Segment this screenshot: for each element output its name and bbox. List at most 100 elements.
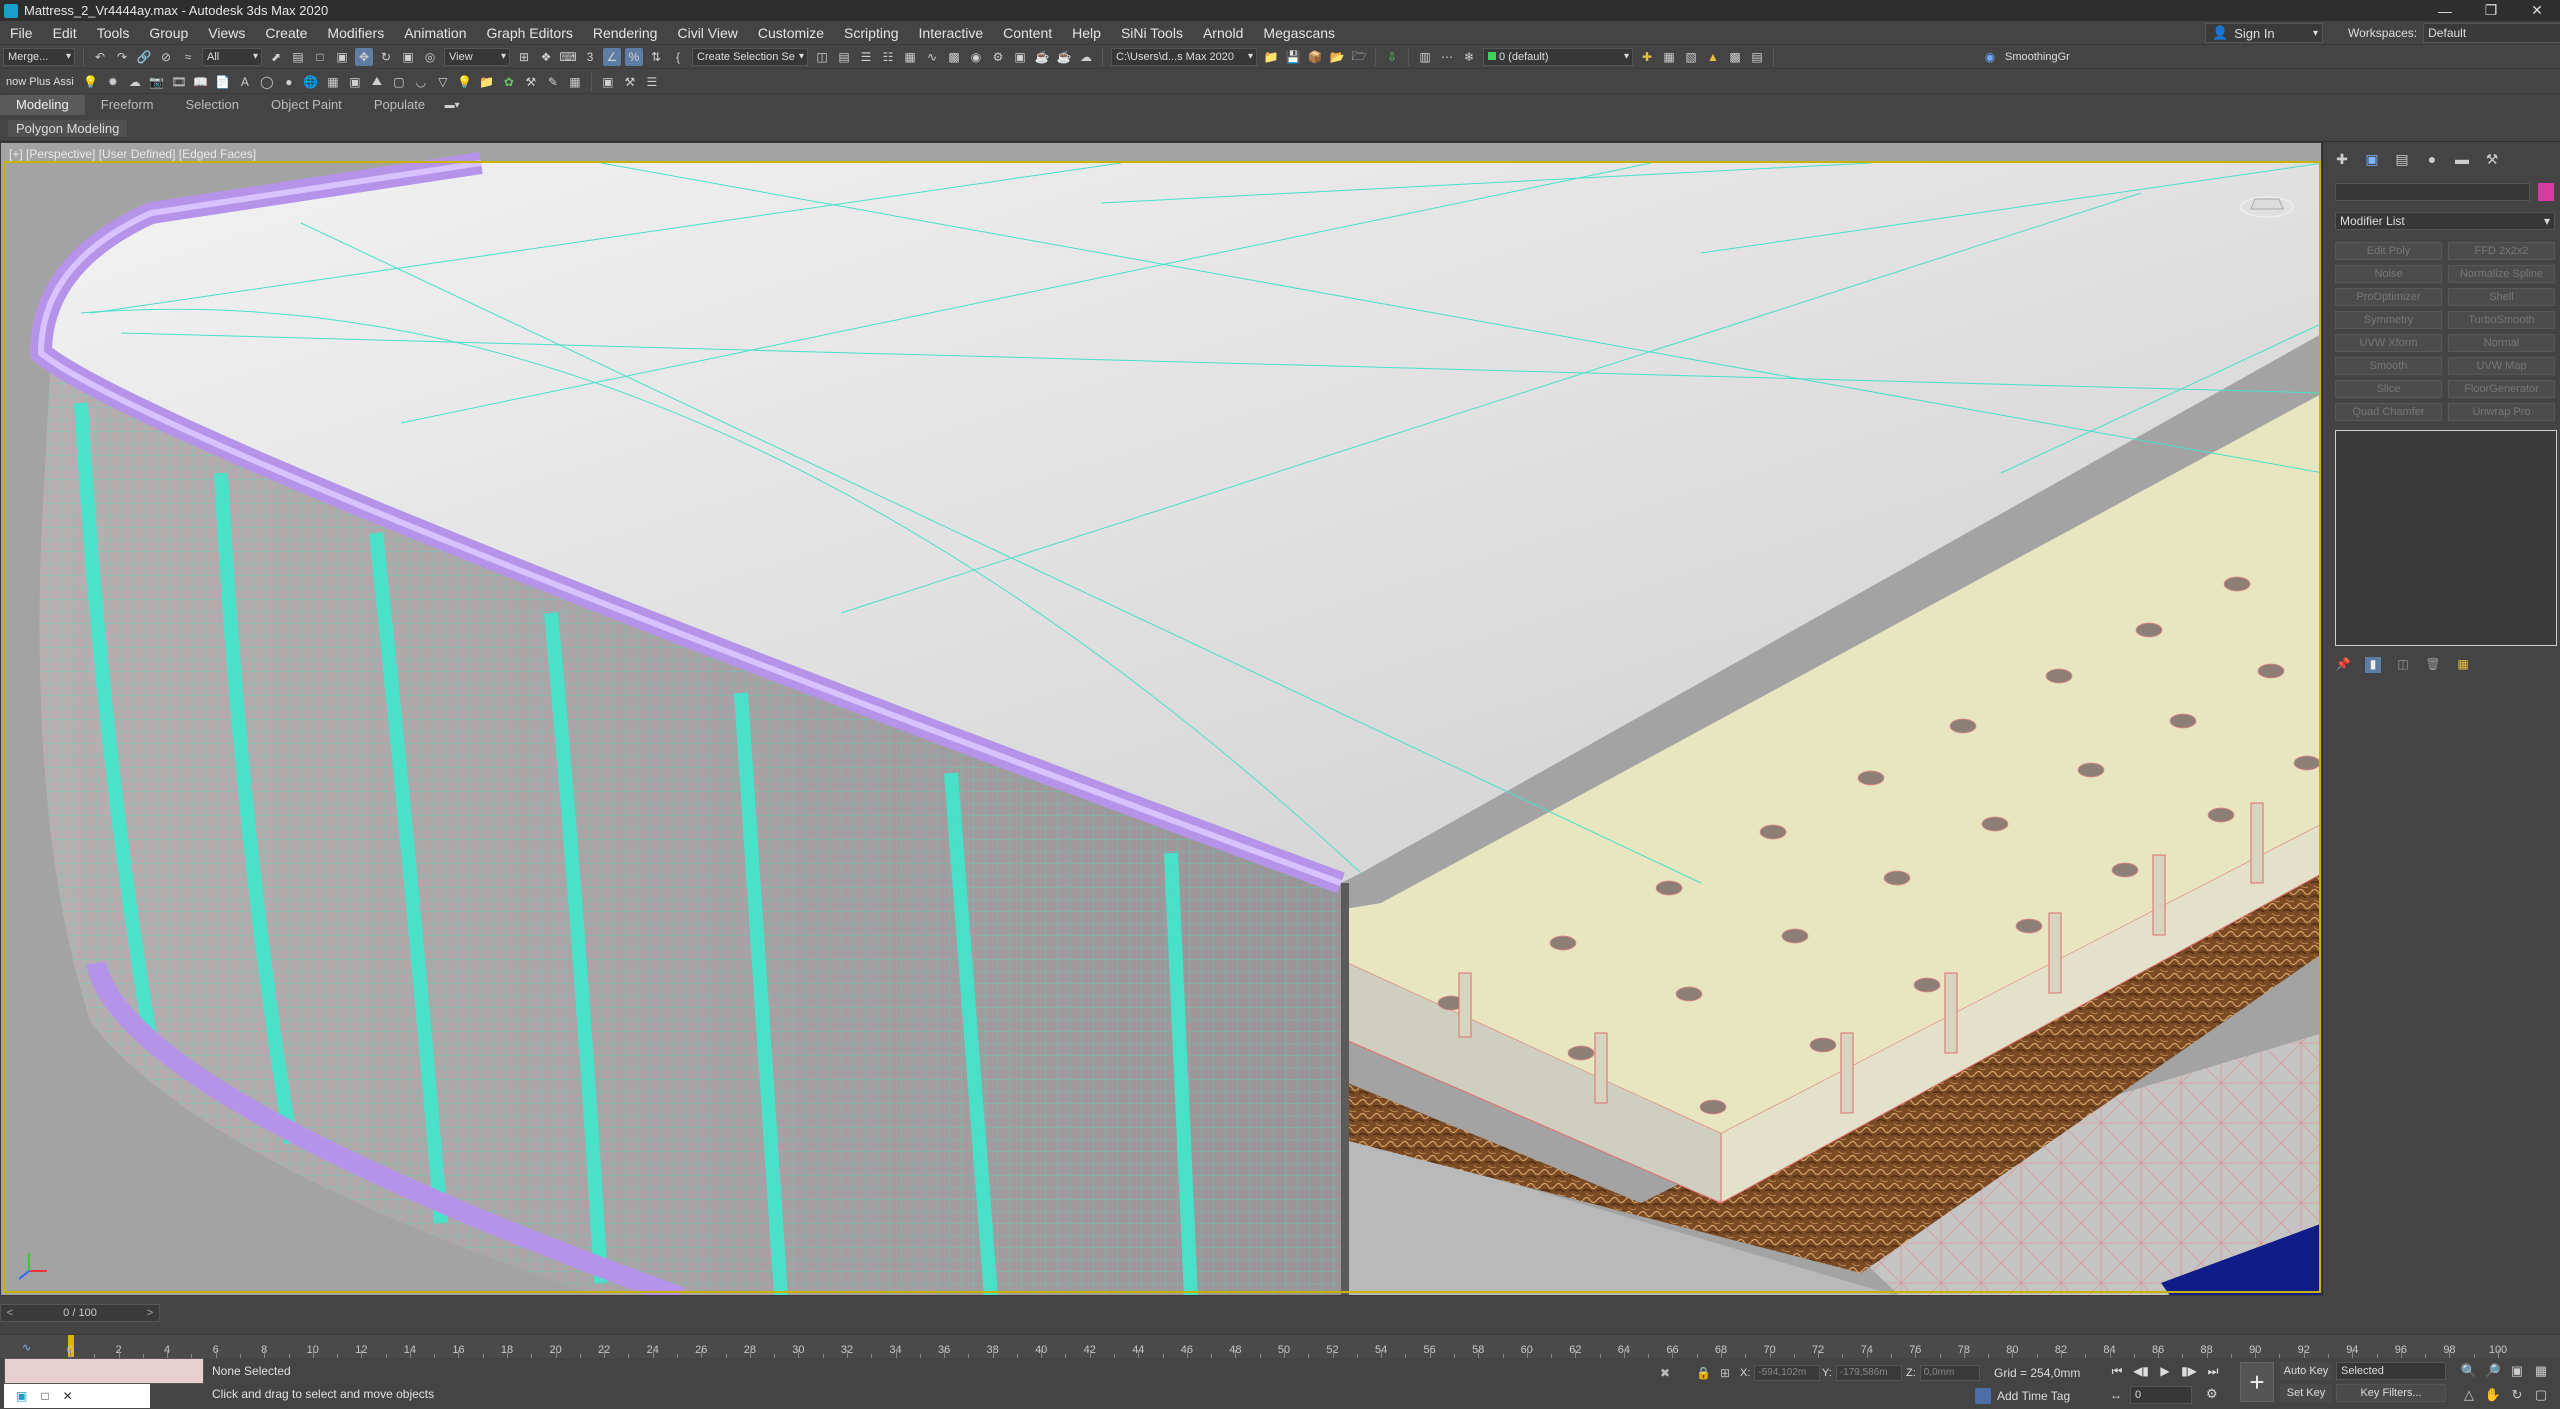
menu-create[interactable]: Create [255,25,317,41]
make-unique-icon[interactable]: ◫ [2395,657,2411,673]
merge-button[interactable]: Merge... [3,48,75,66]
redo-icon[interactable]: ↷ [113,48,131,66]
set-key-button[interactable]: Set Key [2280,1384,2332,1402]
menu-rendering[interactable]: Rendering [583,25,668,41]
go-to-end-icon[interactable]: ⏭ [2204,1362,2222,1380]
layer-visibility-icon[interactable]: ⋯ [1438,48,1456,66]
workspaces-dropdown[interactable]: Default [2423,23,2560,43]
placement-icon[interactable]: ◎ [421,48,439,66]
remove-modifier-icon[interactable]: 🗑 [2425,657,2441,673]
sphere-icon[interactable]: ● [280,73,298,91]
link-icon[interactable]: 🔗 [135,48,153,66]
absolute-mode-icon[interactable]: ⊞ [1720,1366,1730,1380]
modifier-shell[interactable]: Shell [2448,288,2555,306]
grid-icon[interactable]: ▦ [324,73,342,91]
pin-stack-icon[interactable]: 📌 [2335,657,2351,673]
display-tab-icon[interactable]: ▬ [2453,150,2471,168]
add-time-tag[interactable]: Add Time Tag [1975,1388,2070,1404]
menu-group[interactable]: Group [139,25,198,41]
go-to-start-icon[interactable]: ⏮ [2108,1362,2126,1380]
list-icon[interactable]: ☰ [643,73,661,91]
modifier-stack[interactable] [2335,430,2557,646]
smoothing-groups-icon[interactable]: ◉ [1981,48,1999,66]
set-key-mode-button[interactable]: + [2240,1362,2274,1402]
key-filters-button[interactable]: Key Filters... [2336,1384,2446,1402]
mini-curve-editor-icon[interactable]: ∿ [22,1341,31,1354]
show-end-result-icon[interactable]: ▮ [2365,657,2381,673]
menu-civil-view[interactable]: Civil View [667,25,747,41]
angle-snap-icon[interactable]: ∠ [603,48,621,66]
hammer-icon[interactable]: ⚒ [522,73,540,91]
menu-edit[interactable]: Edit [43,25,87,41]
zoom-icon[interactable]: 🔍 [2460,1362,2478,1380]
add-layer-icon[interactable]: ✚ [1638,48,1656,66]
cloud-icon[interactable]: ☁ [126,73,144,91]
select-rotate-icon[interactable]: ↻ [377,48,395,66]
folder-icon[interactable]: 📂 [1328,48,1346,66]
bulb2-icon[interactable]: 💡 [456,73,474,91]
viewport-label[interactable]: [+] [Perspective] [User Defined] [Edged … [9,147,256,161]
mirror-icon[interactable]: ◫ [813,48,831,66]
field-of-view-icon[interactable]: △ [2460,1386,2478,1404]
modifier-smooth[interactable]: Smooth [2335,357,2442,375]
previous-frame-icon[interactable]: ◀▮ [2132,1362,2150,1380]
folder-up-icon[interactable]: 🗁 [1350,48,1368,66]
key-mode-dropdown[interactable]: Selected [2336,1362,2446,1380]
toggle-layer-explorer-icon[interactable]: ☷ [879,48,897,66]
render-iterative-icon[interactable]: ☕ [1055,48,1073,66]
camera-icon[interactable]: 📷 [148,73,166,91]
auto-key-button[interactable]: Auto Key [2280,1362,2332,1380]
render-production-icon[interactable]: ☕ [1033,48,1051,66]
current-frame-field[interactable]: 0 [2130,1386,2192,1404]
select-scale-icon[interactable]: ▣ [399,48,417,66]
time-slider[interactable]: < 0 / 100 > [0,1304,160,1322]
modifier-list-dropdown[interactable]: Modifier List [2335,212,2555,230]
tab-selection[interactable]: Selection [170,95,255,115]
modifier-normal[interactable]: Normal [2448,334,2555,352]
layer-select-icon[interactable]: ▦ [1660,48,1678,66]
modifier-unwrap-pro[interactable]: Unwrap Pro [2448,403,2555,421]
render-in-cloud-icon[interactable]: ☁ [1077,48,1095,66]
layout-icon[interactable]: ▦ [566,73,584,91]
frame-icon[interactable]: ▣ [346,73,364,91]
modifier-turbosmooth[interactable]: TurboSmooth [2448,311,2555,329]
minimize-icon[interactable]: — [2422,0,2468,21]
menu-graph-editors[interactable]: Graph Editors [476,25,582,41]
menu-modifiers[interactable]: Modifiers [317,25,394,41]
maximize-small-icon[interactable]: □ [41,1389,48,1403]
tab-populate[interactable]: Populate [358,95,441,115]
keyboard-shortcut-icon[interactable]: ⌨ [559,48,577,66]
menu-scripting[interactable]: Scripting [834,25,908,41]
edit-named-selection-icon[interactable]: { [669,48,687,66]
select-object-icon[interactable]: ⬈ [267,48,285,66]
perspective-viewport[interactable]: [+] [Perspective] [User Defined] [Edged … [0,142,2322,1296]
layer-freeze-icon[interactable]: ❄ [1460,48,1478,66]
modifier-slice[interactable]: Slice [2335,380,2442,398]
menu-customize[interactable]: Customize [748,25,834,41]
window-crossing-icon[interactable]: ▣ [333,48,351,66]
layer-add-selection-icon[interactable]: ▲ [1704,48,1722,66]
pan-view-icon[interactable]: ✋ [2484,1386,2502,1404]
dome-icon[interactable]: ◡ [412,73,430,91]
utilities-tab-icon[interactable]: ⚒ [2483,150,2501,168]
selection-region-icon[interactable]: □ [311,48,329,66]
schematic-view-icon[interactable]: ▩ [945,48,963,66]
percent-snap-icon[interactable]: % [625,48,643,66]
time-configuration-icon[interactable]: ⚙ [2206,1386,2218,1402]
select-move-icon[interactable]: ✥ [355,48,373,66]
rendered-frame-window-icon[interactable]: ▣ [1011,48,1029,66]
next-key-icon[interactable]: ▮▶ [2180,1362,2198,1380]
layer-properties-icon[interactable]: ▥ [1416,48,1434,66]
polygon-modeling-label[interactable]: Polygon Modeling [8,120,128,137]
modifier-uvw-map[interactable]: UVW Map [2448,357,2555,375]
menu-interactive[interactable]: Interactive [909,25,994,41]
menu-views[interactable]: Views [198,25,255,41]
zoom-all-icon[interactable]: 🔎 [2484,1362,2502,1380]
pivot-center-icon[interactable]: ⊞ [515,48,533,66]
tab-freeform[interactable]: Freeform [85,95,170,115]
maxscript-listener[interactable] [4,1358,204,1384]
play-icon[interactable]: ▶ [2156,1362,2174,1380]
assist-label[interactable]: now Plus Assi [0,76,80,88]
layer-highlight-icon[interactable]: ▧ [1682,48,1700,66]
letter-a-icon[interactable]: A [236,73,254,91]
